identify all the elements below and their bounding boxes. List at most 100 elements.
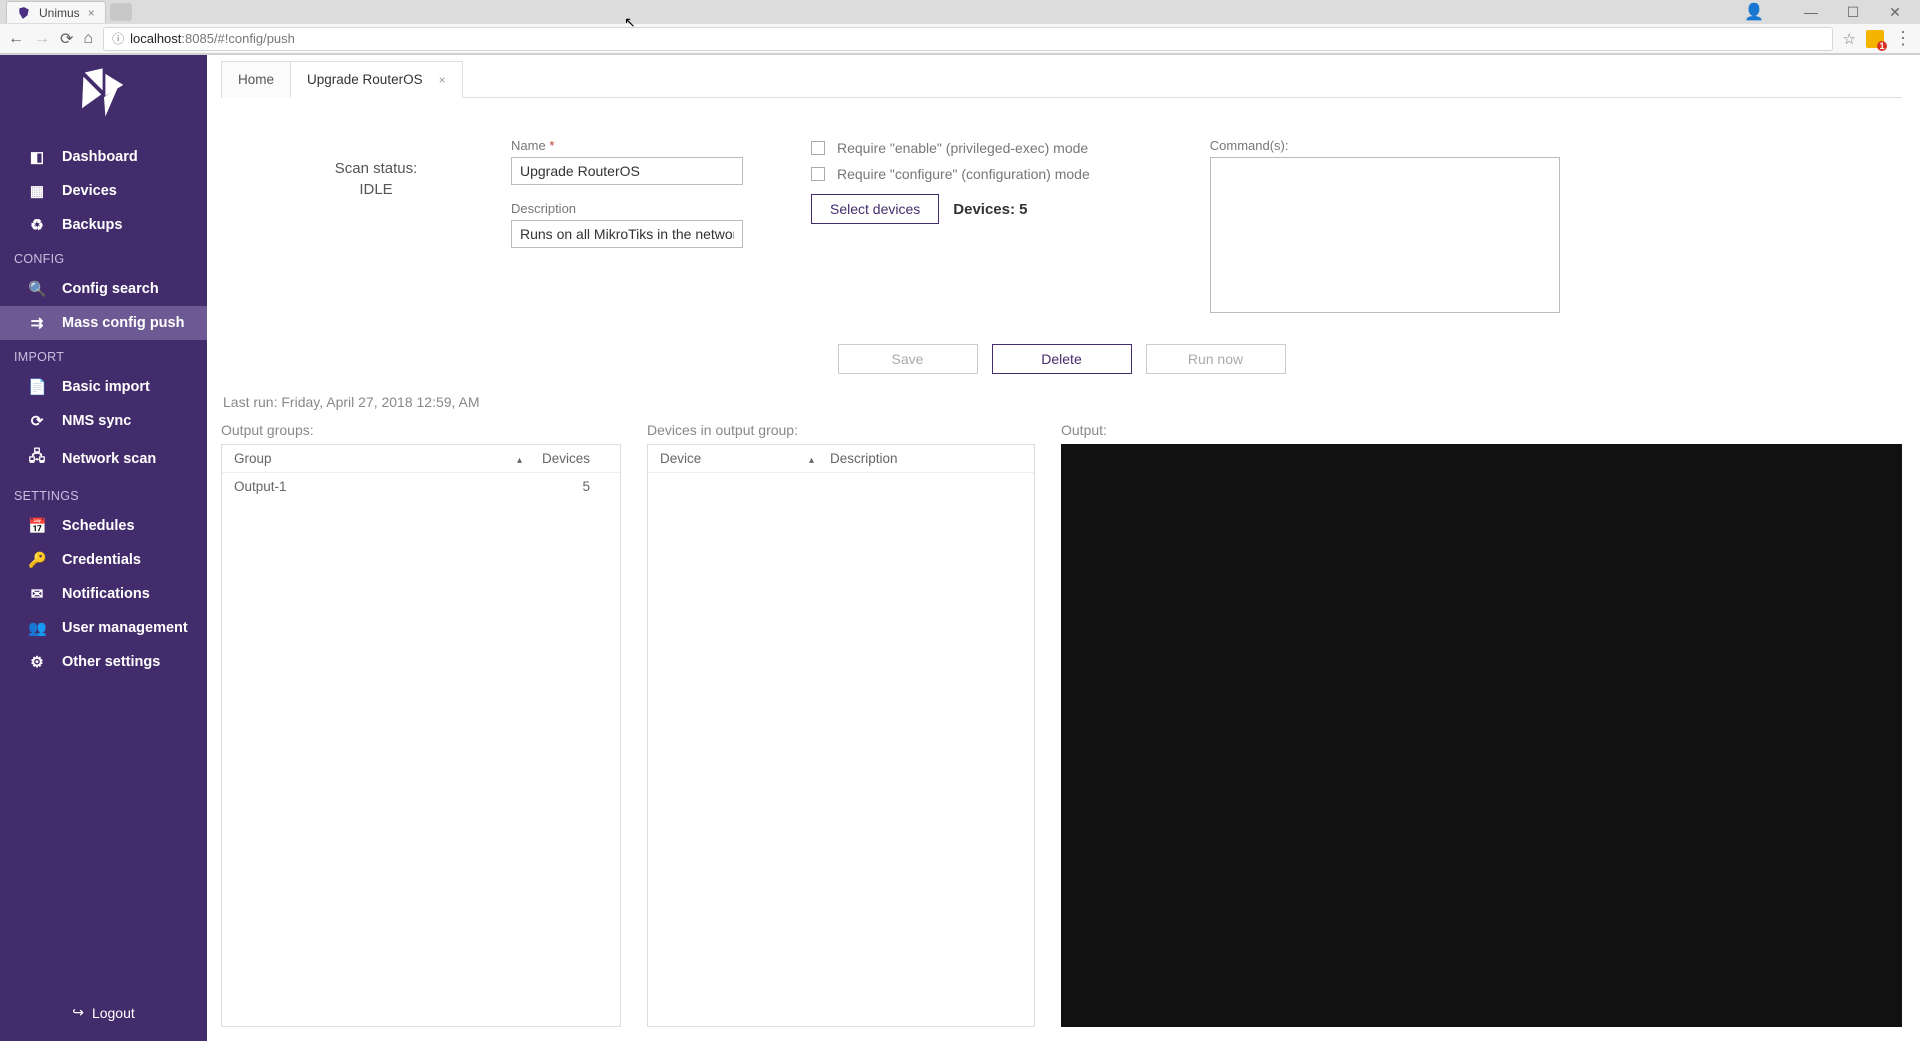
sidebar-item-label: Schedules xyxy=(62,518,135,534)
run-now-button[interactable]: Run now xyxy=(1146,344,1286,374)
logout-button[interactable]: ↪ Logout xyxy=(0,994,207,1031)
new-tab-button[interactable] xyxy=(110,3,132,21)
col-devices[interactable]: Devices xyxy=(538,451,608,466)
devices-in-group-grid[interactable]: Device Description xyxy=(647,444,1035,1027)
sidebar-item-notifications[interactable]: ✉ Notifications xyxy=(0,577,207,611)
commands-label: Command(s): xyxy=(1210,138,1560,153)
devices-icon: ▦ xyxy=(28,182,46,200)
save-button[interactable]: Save xyxy=(838,344,978,374)
scan-status: Scan status: IDLE xyxy=(301,160,451,198)
checkbox-icon[interactable] xyxy=(811,141,825,155)
description-label: Description xyxy=(511,201,751,216)
sidebar-item-devices[interactable]: ▦ Devices xyxy=(0,174,207,208)
col-description[interactable]: Description xyxy=(830,451,1022,466)
output-console[interactable] xyxy=(1061,444,1902,1027)
push-icon: ⇉ xyxy=(28,314,46,332)
sidebar-item-credentials[interactable]: 🔑 Credentials xyxy=(0,543,207,577)
sidebar-item-label: Devices xyxy=(62,183,117,199)
enable-mode-row[interactable]: Require "enable" (privileged-exec) mode xyxy=(811,140,1090,156)
col-group[interactable]: Group xyxy=(234,451,538,466)
sidebar-item-basic-import[interactable]: 📄 Basic import xyxy=(0,370,207,404)
app-favicon xyxy=(17,6,31,20)
sidebar-item-label: User management xyxy=(62,620,188,636)
name-input[interactable] xyxy=(511,157,743,185)
commands-textarea[interactable] xyxy=(1210,157,1560,313)
url-path: :8085/#!config/push xyxy=(181,31,294,46)
sidebar-section-config: CONFIG xyxy=(0,242,207,272)
sidebar-item-backups[interactable]: ♻ Backups xyxy=(0,208,207,242)
required-indicator: * xyxy=(549,138,554,153)
col-device[interactable]: Device xyxy=(660,451,830,466)
users-icon: 👥 xyxy=(28,619,46,637)
logout-icon: ↪ xyxy=(72,1004,84,1021)
tab-home[interactable]: Home xyxy=(221,61,290,98)
forward-button[interactable]: → xyxy=(34,30,50,48)
sidebar-item-nms-sync[interactable]: ⟳ NMS sync xyxy=(0,404,207,438)
sidebar: ◧ Dashboard ▦ Devices ♻ Backups CONFIG 🔍… xyxy=(0,55,207,1041)
name-label: Name * xyxy=(511,138,751,153)
enable-mode-label: Require "enable" (privileged-exec) mode xyxy=(837,140,1088,156)
tab-close-icon[interactable]: × xyxy=(88,7,95,19)
extension-icon[interactable] xyxy=(1866,30,1884,48)
network-icon: 🖧 xyxy=(28,446,46,471)
gear-icon: ⚙ xyxy=(28,653,46,671)
checkbox-icon[interactable] xyxy=(811,167,825,181)
tab-label: Upgrade RouterOS xyxy=(307,72,423,87)
configure-mode-row[interactable]: Require "configure" (configuration) mode xyxy=(811,166,1090,182)
sidebar-item-label: Other settings xyxy=(62,654,160,670)
devices-in-group-block: Devices in output group: Device Descript… xyxy=(647,422,1035,1027)
select-devices-button[interactable]: Select devices xyxy=(811,194,939,224)
browser-tab-title: Unimus xyxy=(39,6,80,20)
output-groups-grid[interactable]: Group Devices Output-1 5 xyxy=(221,444,621,1027)
maximize-button[interactable]: ☐ xyxy=(1838,4,1868,21)
browser-menu-icon[interactable]: ⋮ xyxy=(1894,28,1912,49)
dashboard-icon: ◧ xyxy=(28,148,46,166)
output-groups-block: Output groups: Group Devices Output-1 5 xyxy=(221,422,621,1027)
sidebar-item-other-settings[interactable]: ⚙ Other settings xyxy=(0,645,207,679)
scan-status-label: Scan status: xyxy=(301,160,451,177)
back-button[interactable]: ← xyxy=(8,30,24,48)
last-run-text: Last run: Friday, April 27, 2018 12:59, … xyxy=(221,390,1902,422)
site-info-icon[interactable]: ⓘ xyxy=(112,30,124,47)
tab-close-icon[interactable]: × xyxy=(439,73,446,87)
sidebar-item-label: NMS sync xyxy=(62,413,131,429)
devices-in-group-title: Devices in output group: xyxy=(647,422,1035,438)
configure-mode-label: Require "configure" (configuration) mode xyxy=(837,166,1090,182)
sidebar-section-import: IMPORT xyxy=(0,340,207,370)
bookmark-icon[interactable]: ☆ xyxy=(1843,30,1856,48)
output-title: Output: xyxy=(1061,422,1902,438)
sidebar-item-label: Credentials xyxy=(62,552,141,568)
mail-icon: ✉ xyxy=(28,585,46,603)
sidebar-item-label: Dashboard xyxy=(62,149,138,165)
sidebar-item-dashboard[interactable]: ◧ Dashboard xyxy=(0,140,207,174)
sidebar-item-label: Basic import xyxy=(62,379,150,395)
close-window-button[interactable]: ✕ xyxy=(1880,4,1910,21)
calendar-icon: 📅 xyxy=(28,517,46,535)
description-input[interactable] xyxy=(511,220,743,248)
sidebar-section-settings: SETTINGS xyxy=(0,479,207,509)
table-row[interactable]: Output-1 5 xyxy=(222,473,620,500)
key-icon: 🔑 xyxy=(28,551,46,569)
sidebar-item-schedules[interactable]: 📅 Schedules xyxy=(0,509,207,543)
form-region: Scan status: IDLE Name * Description xyxy=(221,98,1902,336)
scan-status-value: IDLE xyxy=(301,181,451,198)
minimize-button[interactable]: — xyxy=(1796,4,1826,20)
address-bar[interactable]: ⓘ localhost:8085/#!config/push xyxy=(103,27,1832,51)
page-tabs: Home Upgrade RouterOS × xyxy=(221,61,1902,98)
home-button[interactable]: ⌂ xyxy=(83,30,93,48)
sidebar-item-user-management[interactable]: 👥 User management xyxy=(0,611,207,645)
sidebar-item-label: Backups xyxy=(62,217,122,233)
account-icon[interactable]: 👤 xyxy=(1744,2,1764,22)
page-area: Home Upgrade RouterOS × Scan status: IDL… xyxy=(207,55,1920,1041)
devices-count: Devices: 5 xyxy=(953,201,1027,218)
sidebar-item-mass-config-push[interactable]: ⇉ Mass config push xyxy=(0,306,207,340)
sidebar-item-label: Config search xyxy=(62,281,159,297)
delete-button[interactable]: Delete xyxy=(992,344,1132,374)
sidebar-item-label: Mass config push xyxy=(62,315,184,331)
sidebar-item-label: Network scan xyxy=(62,451,156,467)
sidebar-item-config-search[interactable]: 🔍 Config search xyxy=(0,272,207,306)
reload-button[interactable]: ⟳ xyxy=(60,29,73,49)
browser-tab[interactable]: Unimus × xyxy=(6,1,106,23)
tab-upgrade-routeros[interactable]: Upgrade RouterOS × xyxy=(290,61,463,98)
sidebar-item-network-scan[interactable]: 🖧 Network scan xyxy=(0,438,207,479)
